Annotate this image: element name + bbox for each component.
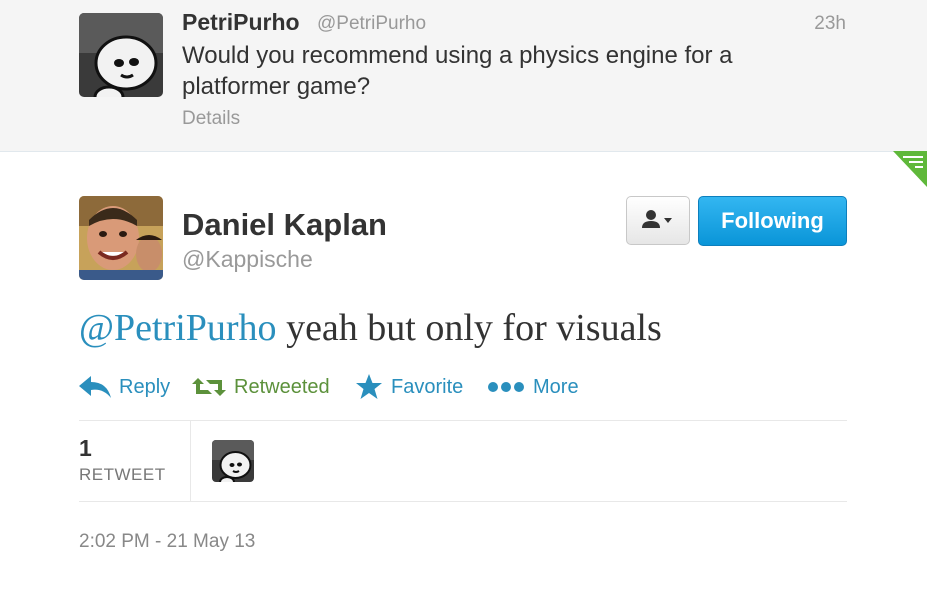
tweet-text: @PetriPurho yeah but only for visuals <box>79 306 662 350</box>
caret-down-icon <box>664 218 672 223</box>
more-button[interactable]: More <box>487 370 579 404</box>
corner-fold-icon <box>893 151 927 187</box>
more-dots-icon <box>488 382 524 392</box>
parent-author-handle[interactable]: @PetriPurho <box>317 13 426 35</box>
favorite-button[interactable]: Favorite <box>355 370 463 404</box>
mention-link[interactable]: @PetriPurho <box>79 307 277 349</box>
more-label: More <box>533 375 579 398</box>
details-link[interactable]: Details <box>182 108 240 130</box>
retweeted-button[interactable]: Retweeted <box>192 370 330 404</box>
author-name[interactable]: Daniel Kaplan <box>182 207 387 243</box>
favorite-label: Favorite <box>391 375 464 398</box>
tweet-timestamp[interactable]: 2:02 PM - 21 May 13 <box>79 531 255 553</box>
retweet-count[interactable]: 1 <box>79 435 92 462</box>
reply-label: Reply <box>119 375 171 398</box>
retweet-label[interactable]: RETWEET <box>79 465 166 485</box>
petripurho-avatar[interactable] <box>79 13 163 97</box>
user-icon <box>642 210 660 228</box>
user-actions-dropdown[interactable] <box>626 196 690 245</box>
parent-timestamp[interactable]: 23h <box>814 13 846 35</box>
daniel-kaplan-avatar[interactable] <box>79 196 163 280</box>
retweeter-avatar[interactable] <box>212 440 254 482</box>
stats-vertical-divider <box>190 421 191 501</box>
parent-tweet[interactable]: PetriPurho @PetriPurho 23h Would you rec… <box>0 0 927 152</box>
retweeted-label: Retweeted <box>234 375 330 398</box>
tweet-body-text: yeah but only for visuals <box>276 307 662 349</box>
reply-button[interactable]: Reply <box>79 370 170 404</box>
following-button[interactable]: Following <box>698 196 847 246</box>
retweet-icon <box>192 378 226 396</box>
parent-tweet-text: Would you recommend using a physics engi… <box>182 42 733 100</box>
star-icon <box>356 374 382 399</box>
stats-bottom-divider <box>79 501 847 502</box>
stats-top-divider <box>79 420 847 421</box>
parent-author-name[interactable]: PetriPurho <box>182 9 300 36</box>
author-handle[interactable]: @Kappische <box>182 246 313 273</box>
reply-icon <box>79 376 111 398</box>
